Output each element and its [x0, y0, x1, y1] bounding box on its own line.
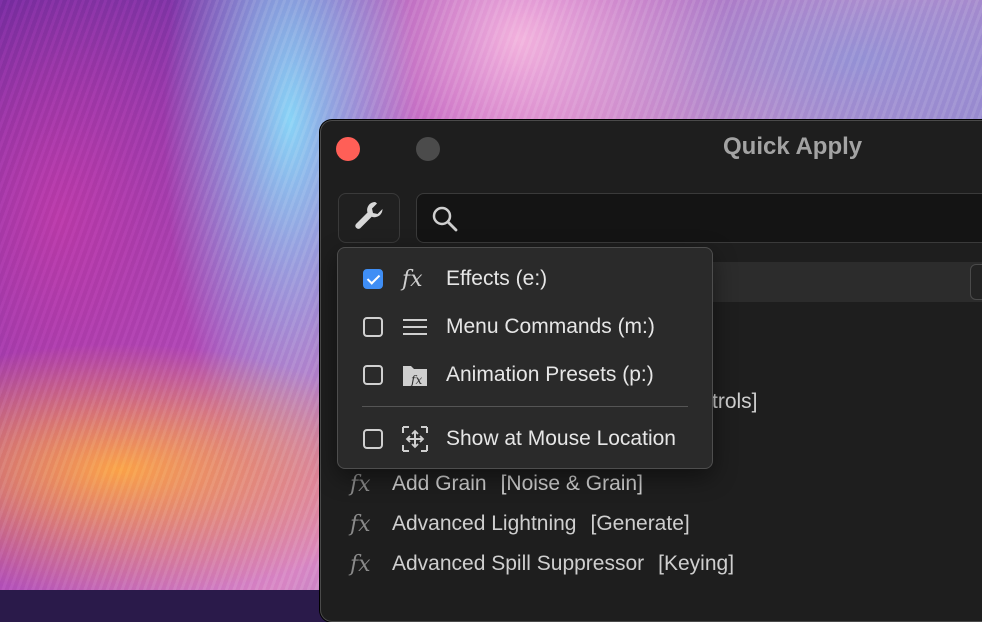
search-options-menu: fx Effects (e:) Menu Commands (m:) fx An…: [337, 247, 713, 469]
svg-text:fx: fx: [400, 267, 423, 292]
menu-divider: [362, 406, 688, 407]
settings-button[interactable]: [338, 193, 400, 243]
result-name: Add Grain: [392, 472, 487, 495]
results-list: fx Add Grain [Noise & Grain] fx Advanced…: [350, 464, 982, 584]
preset-folder-icon: fx: [400, 360, 430, 390]
search-field[interactable]: [416, 193, 982, 243]
result-row-advanced-lightning[interactable]: fx Advanced Lightning [Generate]: [350, 504, 982, 544]
search-icon: [431, 205, 459, 237]
result-category: [Noise & Grain]: [500, 472, 643, 495]
result-row-advanced-spill-suppressor[interactable]: fx Advanced Spill Suppressor [Keying]: [350, 544, 982, 584]
window-title: Quick Apply: [723, 133, 863, 160]
fx-icon: fx: [400, 264, 430, 294]
filter-dropdown-button[interactable]: [970, 264, 982, 300]
menu-item-label: Effects (e:): [446, 267, 548, 290]
result-row-add-grain[interactable]: fx Add Grain [Noise & Grain]: [350, 464, 982, 504]
menu-item-label: Animation Presets (p:): [446, 363, 654, 386]
titlebar: Quick Apply: [321, 121, 982, 177]
menu-commands-checkbox[interactable]: [363, 317, 383, 337]
result-name: Advanced Spill Suppressor: [392, 552, 645, 575]
wrench-icon: [352, 199, 386, 237]
move-arrows-icon: [400, 424, 430, 454]
fx-icon: fx: [350, 551, 371, 577]
minimize-button[interactable]: [416, 137, 440, 161]
result-partial-text: trols]: [712, 390, 758, 413]
menu-item-menu-commands[interactable]: Menu Commands (m:): [338, 305, 712, 349]
result-category: [Generate]: [590, 512, 690, 535]
search-input[interactable]: [469, 202, 982, 234]
menu-item-label: Menu Commands (m:): [446, 315, 655, 338]
menu-item-animation-presets[interactable]: fx Animation Presets (p:): [338, 353, 712, 397]
fx-icon: fx: [350, 471, 371, 497]
close-button[interactable]: [336, 137, 360, 161]
svg-text:fx: fx: [410, 373, 422, 387]
fx-icon: fx: [350, 511, 371, 537]
result-category: [Keying]: [658, 552, 735, 575]
effects-checkbox[interactable]: [363, 269, 383, 289]
result-name: Advanced Lightning: [392, 512, 577, 535]
filter-bar: [712, 262, 982, 302]
menu-item-show-at-mouse-location[interactable]: Show at Mouse Location: [338, 417, 712, 461]
menu-item-label: Show at Mouse Location: [446, 427, 676, 450]
menu-item-effects[interactable]: fx Effects (e:): [338, 257, 712, 301]
menu-lines-icon: [400, 312, 430, 342]
animation-presets-checkbox[interactable]: [363, 365, 383, 385]
show-at-mouse-location-checkbox[interactable]: [363, 429, 383, 449]
